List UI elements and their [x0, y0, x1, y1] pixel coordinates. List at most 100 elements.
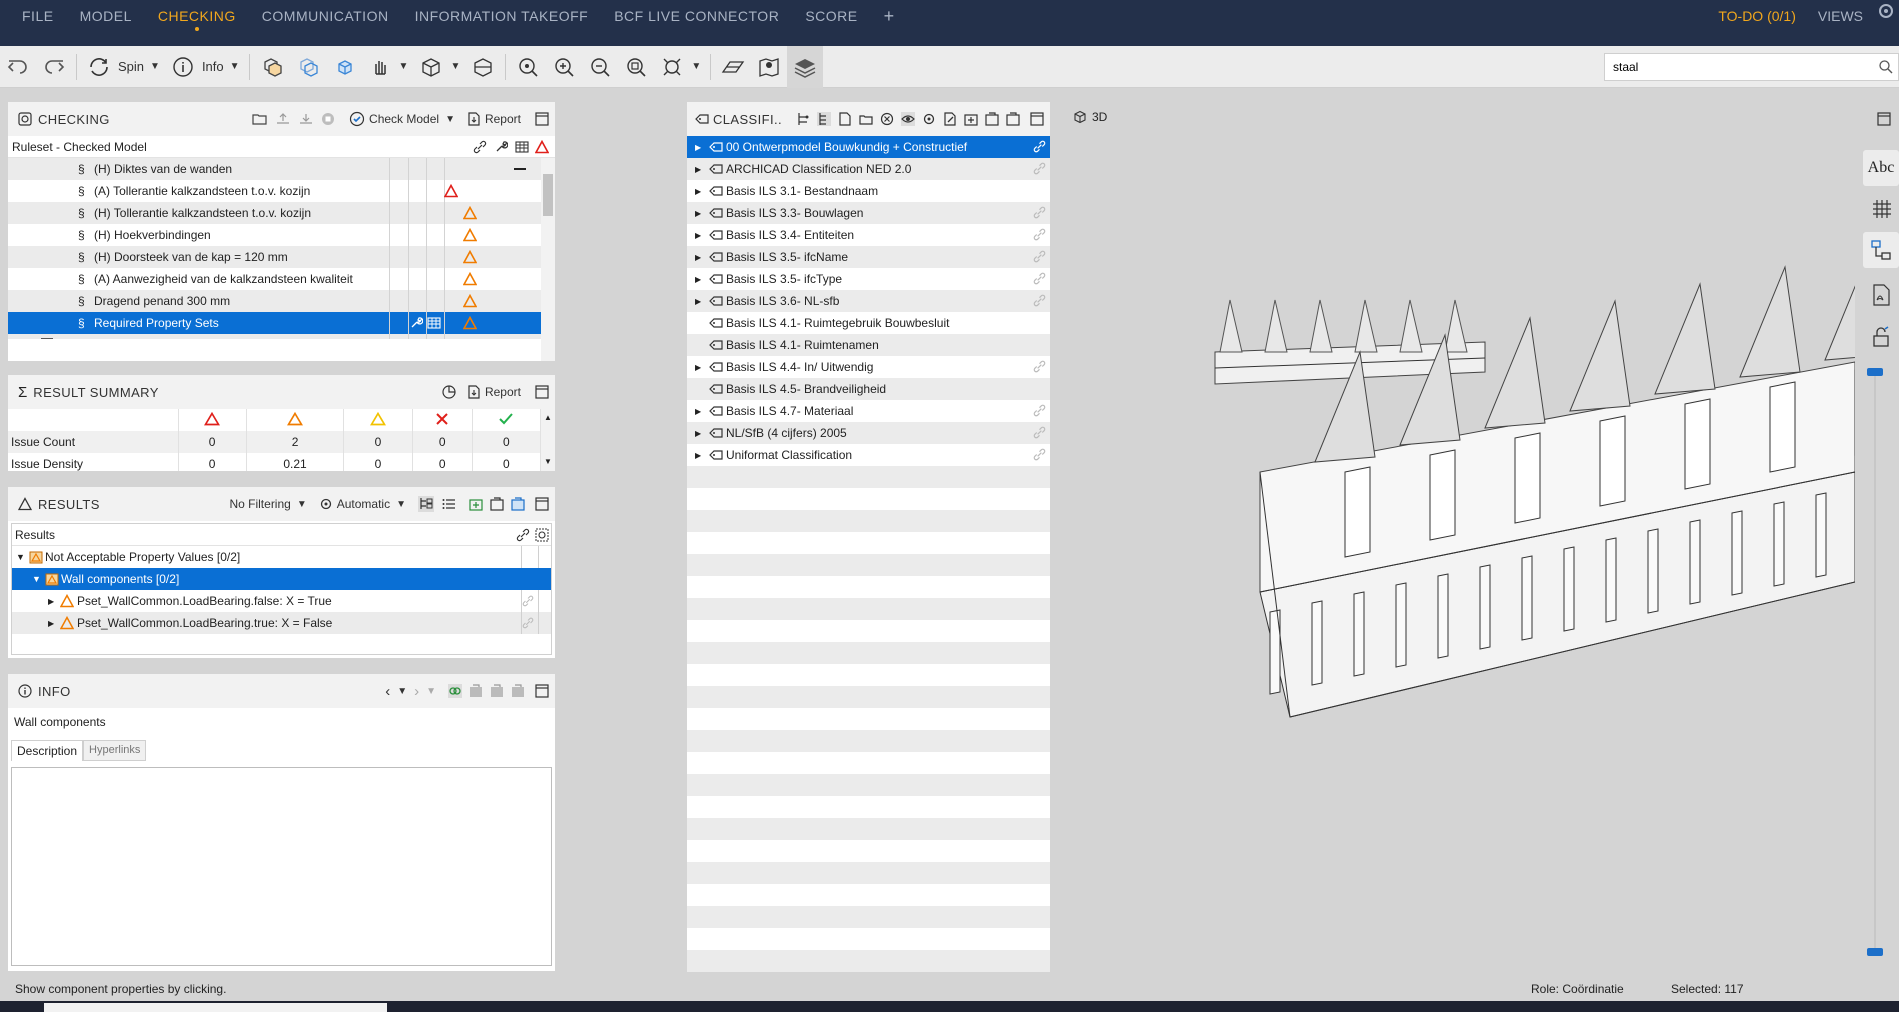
- chevron-right-icon[interactable]: ▶: [48, 619, 54, 628]
- result-wall-components-row[interactable]: ▼ Wall components [0/2]: [12, 568, 551, 590]
- settings-gear-icon[interactable]: [1873, 0, 1899, 46]
- rule-row[interactable]: § (H) Tollerantie kalkzandsteen t.o.v. ko…: [8, 202, 555, 224]
- result-issue-row[interactable]: ▶ Pset_WallCommon.LoadBearing.true: X = …: [12, 612, 551, 634]
- maximize-panel-icon[interactable]: [1030, 112, 1044, 126]
- summary-scrollbar[interactable]: ▲ ▼: [541, 409, 555, 471]
- section-button[interactable]: [465, 46, 501, 88]
- copy-icon[interactable]: [511, 684, 525, 698]
- copy-icon[interactable]: [985, 112, 999, 126]
- lock-icon[interactable]: [1871, 326, 1891, 348]
- zoom-in-button[interactable]: [546, 46, 582, 88]
- rule-row[interactable]: § (H) Diktes van de wanden: [8, 158, 555, 180]
- copy-icon[interactable]: [469, 684, 483, 698]
- zoom-extents-button[interactable]: ▼: [654, 46, 706, 88]
- chevron-right-icon[interactable]: ▶: [48, 597, 54, 606]
- pdf-icon[interactable]: [1871, 284, 1891, 306]
- info-button[interactable]: Info ▼: [165, 46, 245, 88]
- chevron-down-icon[interactable]: ▼: [445, 114, 455, 125]
- chevron-right-icon[interactable]: ▶: [695, 253, 701, 262]
- chevron-right-icon[interactable]: ▶: [695, 231, 701, 240]
- classification-row[interactable]: Basis ILS 4.1- Ruimtegebruik Bouwbesluit: [687, 312, 1050, 334]
- layers-button[interactable]: [787, 45, 824, 88]
- classification-row[interactable]: ▶ NL/SfB (4 cijfers) 2005: [687, 422, 1050, 444]
- table-column-icon[interactable]: [515, 140, 529, 154]
- chevron-right-icon[interactable]: ▶: [695, 451, 701, 460]
- menu-file[interactable]: FILE: [0, 0, 67, 46]
- classification-row[interactable]: Basis ILS 4.5- Brandveiligheid: [687, 378, 1050, 400]
- rule-row[interactable]: § (H) Hoekverbindingen: [8, 224, 555, 246]
- copy-icon[interactable]: [1006, 112, 1020, 126]
- classification-row[interactable]: Basis ILS 4.1- Ruimtenamen: [687, 334, 1050, 356]
- wrench-icon[interactable]: [409, 316, 424, 333]
- classification-row[interactable]: ▶ Uniformat Classification: [687, 444, 1050, 466]
- todo-button[interactable]: TO-DO (0/1): [1706, 0, 1808, 46]
- chevron-right-icon[interactable]: ▶: [695, 143, 701, 152]
- zoom-slider-handle-bottom[interactable]: [1867, 948, 1883, 956]
- zoom-slider-handle[interactable]: [1867, 368, 1883, 376]
- chevron-right-icon[interactable]: ▶: [695, 165, 701, 174]
- 3d-view-tab[interactable]: 3D: [1073, 110, 1107, 124]
- table-icon[interactable]: [427, 316, 441, 333]
- download-icon[interactable]: [298, 111, 314, 127]
- maximize-panel-icon[interactable]: [1877, 112, 1891, 126]
- chevron-down-icon[interactable]: ▼: [150, 61, 160, 72]
- search-field[interactable]: [1604, 53, 1899, 81]
- filtering-dropdown[interactable]: No Filtering ▼: [229, 497, 306, 511]
- link-icon[interactable]: [1033, 162, 1046, 175]
- chevron-right-icon[interactable]: ▶: [695, 275, 701, 284]
- structure-button[interactable]: [1863, 232, 1899, 268]
- classification-row[interactable]: ▶ ARCHICAD Classification NED 2.0: [687, 158, 1050, 180]
- menu-model[interactable]: MODEL: [67, 0, 145, 46]
- chevron-right-icon[interactable]: ▶: [695, 297, 701, 306]
- chevron-down-icon[interactable]: ▼: [16, 552, 25, 562]
- link-icon[interactable]: [1033, 272, 1046, 285]
- rule-row[interactable]: § (A) Aanwezigheid van de kalkzandsteen k…: [8, 268, 555, 290]
- classification-row[interactable]: ▶ Basis ILS 3.6- NL-sfb: [687, 290, 1050, 312]
- link-icon[interactable]: [1033, 140, 1046, 153]
- classification-row[interactable]: ▶ Basis ILS 3.5- ifcName: [687, 246, 1050, 268]
- copy-icon[interactable]: [490, 684, 504, 698]
- search-input[interactable]: [1605, 54, 1855, 80]
- link-icon[interactable]: [1033, 360, 1046, 373]
- chevron-down-icon[interactable]: ▼: [426, 686, 436, 697]
- link-icon[interactable]: [1033, 250, 1046, 263]
- spin-button[interactable]: Spin ▼: [81, 46, 165, 88]
- location-button[interactable]: [751, 46, 787, 88]
- classification-row[interactable]: ▶ 00 Ontwerpmodel Bouwkundig + Constructi…: [687, 136, 1050, 158]
- classification-row[interactable]: ▶ Basis ILS 4.4- In/ Uitwendig: [687, 356, 1050, 378]
- result-group-row[interactable]: ▼ Not Acceptable Property Values [0/2]: [12, 546, 551, 568]
- zoom-selection-button[interactable]: [618, 46, 654, 88]
- open-ruleset-icon[interactable]: [252, 111, 268, 127]
- chevron-down-icon[interactable]: ▼: [230, 61, 240, 72]
- camera-column-icon[interactable]: [535, 528, 549, 542]
- classification-row[interactable]: ▶ Basis ILS 4.7- Materiaal: [687, 400, 1050, 422]
- maximize-panel-icon[interactable]: [535, 497, 549, 511]
- issue-export-icon[interactable]: [511, 497, 525, 511]
- chevron-down-icon[interactable]: ▼: [32, 574, 41, 584]
- tab-hyperlinks[interactable]: Hyperlinks: [83, 740, 147, 761]
- hierarchy-icon[interactable]: [796, 112, 810, 126]
- redo-button[interactable]: [36, 46, 72, 88]
- menu-communication[interactable]: COMMUNICATION: [249, 0, 402, 46]
- critical-issue-icon[interactable]: [534, 139, 550, 154]
- link-icon[interactable]: [1033, 206, 1046, 219]
- settings-icon[interactable]: [922, 112, 936, 126]
- forward-arrow-icon[interactable]: ›: [414, 683, 419, 700]
- maximize-panel-icon[interactable]: [535, 684, 549, 698]
- tree-expand-icon[interactable]: [817, 112, 831, 126]
- tab-description[interactable]: Description: [11, 740, 84, 761]
- list-view-icon[interactable]: [441, 496, 457, 512]
- ghost-button[interactable]: [290, 46, 326, 88]
- show-all-button[interactable]: [254, 46, 290, 88]
- back-arrow-icon[interactable]: ‹: [385, 683, 390, 700]
- rule-row[interactable]: § (A) Tollerantie kalkzandsteen t.o.v. ko…: [8, 180, 555, 202]
- classification-row[interactable]: ▶ Basis ILS 3.3- Bouwlagen: [687, 202, 1050, 224]
- undo-button[interactable]: [0, 46, 36, 88]
- chevron-right-icon[interactable]: ▶: [695, 209, 701, 218]
- scrollbar-thumb[interactable]: [543, 174, 553, 216]
- link-icon[interactable]: [1033, 404, 1046, 417]
- zoom-out-button[interactable]: [582, 46, 618, 88]
- summary-report-button[interactable]: Report: [467, 385, 521, 399]
- wrench-column-icon[interactable]: [494, 140, 509, 154]
- chevron-down-icon[interactable]: ▼: [397, 686, 407, 697]
